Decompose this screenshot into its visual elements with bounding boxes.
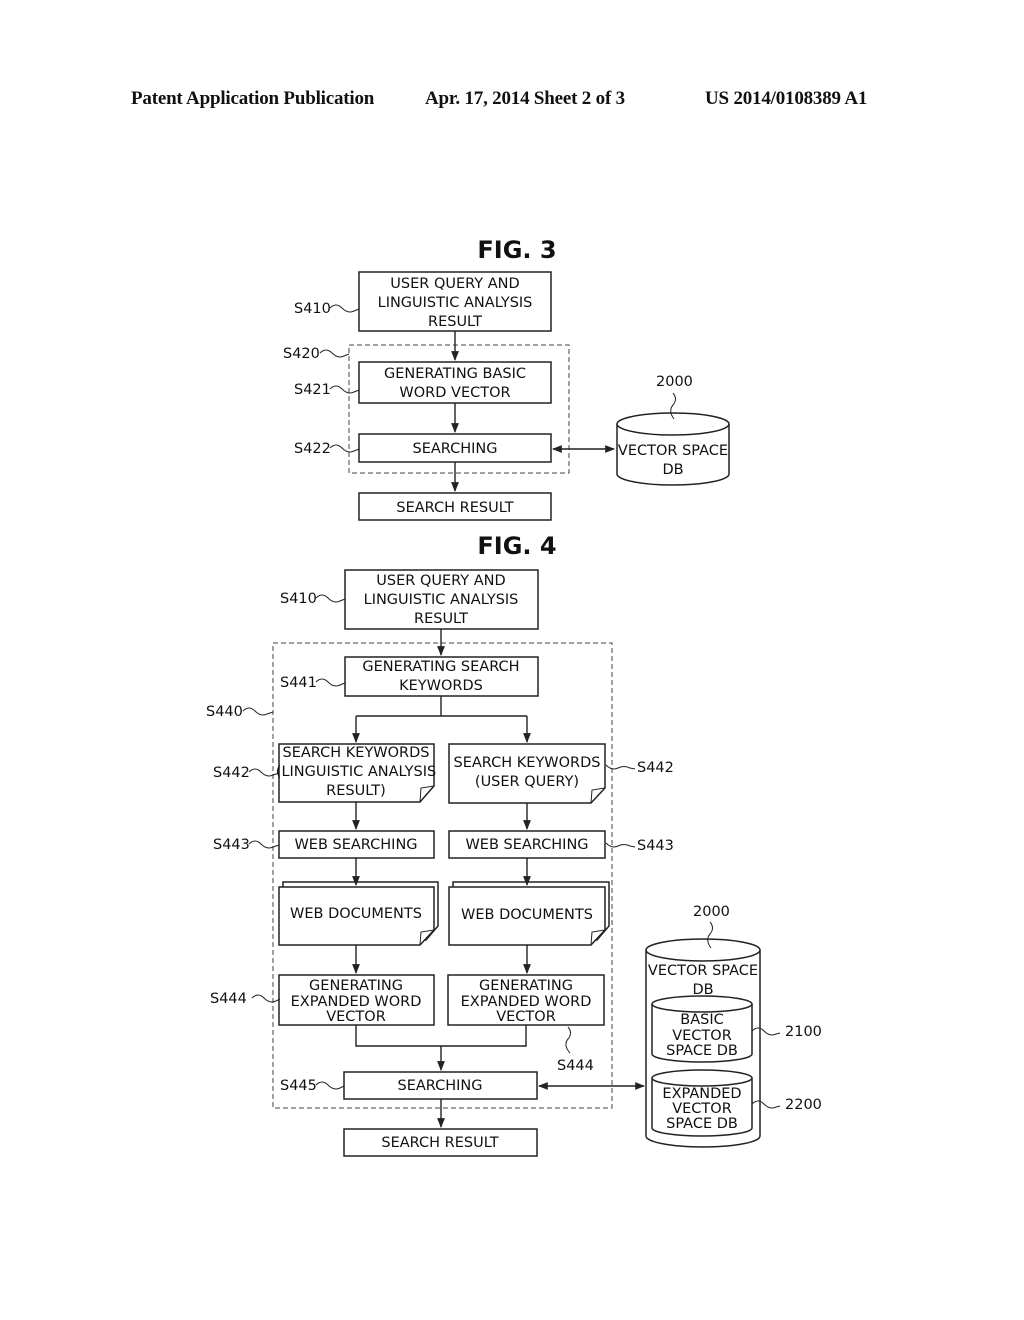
fig3-label-s421: S421 [294, 382, 331, 398]
fig3-leader-s422 [329, 444, 360, 453]
fig4-label-s440: S440 [206, 704, 243, 720]
fig3-result-line1: SEARCH RESULT [396, 500, 513, 516]
fig3: FIG. 3 USER QUERY AND LINGUISTIC ANALYSI… [283, 236, 730, 521]
fig4: FIG. 4 USER QUERY AND LINGUISTIC ANALYSI… [206, 532, 822, 1157]
fig4-label-s442-right: S442 [637, 760, 674, 776]
fig4-label-s444-left: S444 [210, 991, 247, 1007]
fig4-leader-s442-right [605, 764, 636, 770]
fig4-s444-right-line3: VECTOR [496, 1009, 556, 1025]
fig4-leader-s445 [315, 1081, 345, 1090]
fig4-label-s443-right: S443 [637, 838, 674, 854]
fig4-result-line1: SEARCH RESULT [381, 1135, 498, 1151]
fig3-title: FIG. 3 [477, 236, 556, 264]
fig4-s444-right-line1: GENERATING [479, 978, 573, 994]
fig3-s410-line1: USER QUERY AND [390, 276, 519, 292]
fig3-vector-space-db: VECTOR SPACE DB [616, 412, 730, 486]
fig4-s441-line1: GENERATING SEARCH [362, 659, 519, 675]
fig4-s410-line3: RESULT [414, 611, 468, 627]
fig4-basic-db-line3: SPACE DB [666, 1043, 738, 1059]
fig4-s442-left-doc: SEARCH KEYWORDS (LINGUISTIC ANALYSIS RES… [276, 743, 436, 803]
fig3-s410-line3: RESULT [428, 314, 482, 330]
fig4-merge-line [355, 1025, 527, 1047]
fig4-s442-right-line2: (USER QUERY) [475, 774, 579, 790]
fig4-db-line1: VECTOR SPACE [648, 963, 758, 979]
fig4-s442-right-doc: SEARCH KEYWORDS (USER QUERY) [448, 743, 606, 804]
fig4-s444-right-line2: EXPANDED WORD [461, 994, 592, 1010]
fig4-split-line [356, 696, 527, 717]
fig4-web-documents-right: WEB DOCUMENTS [448, 881, 610, 946]
fig4-s441-line2: KEYWORDS [399, 678, 483, 694]
fig4-s443-left-box: WEB SEARCHING [278, 830, 435, 859]
fig4-s410-line2: LINGUISTIC ANALYSIS [364, 592, 519, 608]
fig4-docs-right-line1: WEB DOCUMENTS [461, 907, 593, 923]
fig3-s410-box: USER QUERY AND LINGUISTIC ANALYSIS RESUL… [358, 271, 552, 332]
fig3-label-s410: S410 [294, 301, 331, 317]
fig4-db-ref: 2000 [693, 904, 730, 920]
fig3-db-ref: 2000 [656, 374, 693, 390]
fig4-search-result-box: SEARCH RESULT [343, 1128, 538, 1157]
fig4-leader-s410 [315, 594, 346, 603]
fig4-title: FIG. 4 [477, 532, 556, 560]
fig3-leader-s420 [319, 349, 350, 358]
flowchart-diagram: FIG. 3 USER QUERY AND LINGUISTIC ANALYSI… [206, 236, 822, 1157]
fig4-label-s444-right: S444 [557, 1058, 594, 1074]
fig4-s445-box: SEARCHING [343, 1071, 538, 1100]
fig4-s443-left-line1: WEB SEARCHING [294, 837, 417, 853]
fig4-web-documents-left: WEB DOCUMENTS [278, 881, 439, 946]
fig4-s442-right-line1: SEARCH KEYWORDS [454, 755, 601, 771]
fig4-s444-left-line2: EXPANDED WORD [291, 994, 422, 1010]
fig4-basic-db-line2: VECTOR [672, 1028, 732, 1044]
fig4-label-s443-left: S443 [213, 837, 250, 853]
fig4-s443-right-line1: WEB SEARCHING [465, 837, 588, 853]
fig4-label-s441: S441 [280, 675, 317, 691]
fig4-leader-s442-left [248, 768, 280, 777]
fig4-s444-left-line3: VECTOR [326, 1009, 386, 1025]
fig4-expanded-db-line1: EXPANDED [662, 1086, 741, 1102]
fig4-basic-db-line1: BASIC [680, 1012, 723, 1028]
fig4-leader-s441 [315, 678, 346, 687]
fig3-leader-s410 [329, 304, 360, 313]
fig3-s421-line2: WORD VECTOR [399, 385, 510, 401]
fig4-leader-s444-right [565, 1026, 571, 1054]
fig4-leader-s443-right [605, 842, 636, 848]
fig3-leader-s421 [329, 385, 360, 394]
fig4-label-s410: S410 [280, 591, 317, 607]
fig3-search-result-box: SEARCH RESULT [358, 492, 552, 521]
fig4-s440-group [272, 642, 613, 1109]
fig4-expanded-vector-space-db: EXPANDED VECTOR SPACE DB [651, 1069, 753, 1137]
fig3-s421-box: GENERATING BASIC WORD VECTOR [358, 361, 552, 404]
fig4-leader-s443-left [248, 840, 280, 849]
fig3-s410-line2: LINGUISTIC ANALYSIS [378, 295, 533, 311]
fig4-s445-line1: SEARCHING [397, 1078, 482, 1094]
fig4-s444-left-box: GENERATING EXPANDED WORD VECTOR [278, 974, 435, 1026]
fig4-expanded-db-line3: SPACE DB [666, 1116, 738, 1132]
fig4-label-s442-left: S442 [213, 765, 250, 781]
fig4-s442-left-line1: SEARCH KEYWORDS [283, 745, 430, 761]
fig4-leader-s444-left [251, 994, 281, 1003]
fig4-s442-left-line2: (LINGUISTIC ANALYSIS [276, 764, 436, 780]
fig4-s410-line1: USER QUERY AND [376, 573, 505, 589]
fig4-expanded-db-line2: VECTOR [672, 1101, 732, 1117]
fig3-s422-box: SEARCHING [358, 433, 552, 463]
fig4-basic-db-ref: 2100 [785, 1024, 822, 1040]
fig4-leader-s440 [242, 707, 274, 716]
fig4-label-s445: S445 [280, 1078, 317, 1094]
fig3-db-line1: VECTOR SPACE [618, 443, 728, 459]
fig4-expanded-db-ref: 2200 [785, 1097, 822, 1113]
fig3-s422-line1: SEARCHING [412, 441, 497, 457]
fig4-s441-box: GENERATING SEARCH KEYWORDS [344, 656, 539, 697]
fig3-db-line2: DB [662, 462, 683, 478]
fig4-docs-left-line1: WEB DOCUMENTS [290, 906, 422, 922]
fig4-s444-right-box: GENERATING EXPANDED WORD VECTOR [447, 974, 605, 1026]
fig4-basic-vector-space-db: BASIC VECTOR SPACE DB [651, 995, 753, 1063]
fig4-s443-right-box: WEB SEARCHING [448, 830, 606, 859]
fig4-s410-box: USER QUERY AND LINGUISTIC ANALYSIS RESUL… [344, 569, 539, 630]
fig4-s444-left-line1: GENERATING [309, 978, 403, 994]
fig4-s442-left-line3: RESULT) [326, 783, 386, 799]
fig3-label-s420: S420 [283, 346, 320, 362]
fig3-label-s422: S422 [294, 441, 331, 457]
fig3-s421-line1: GENERATING BASIC [384, 366, 526, 382]
